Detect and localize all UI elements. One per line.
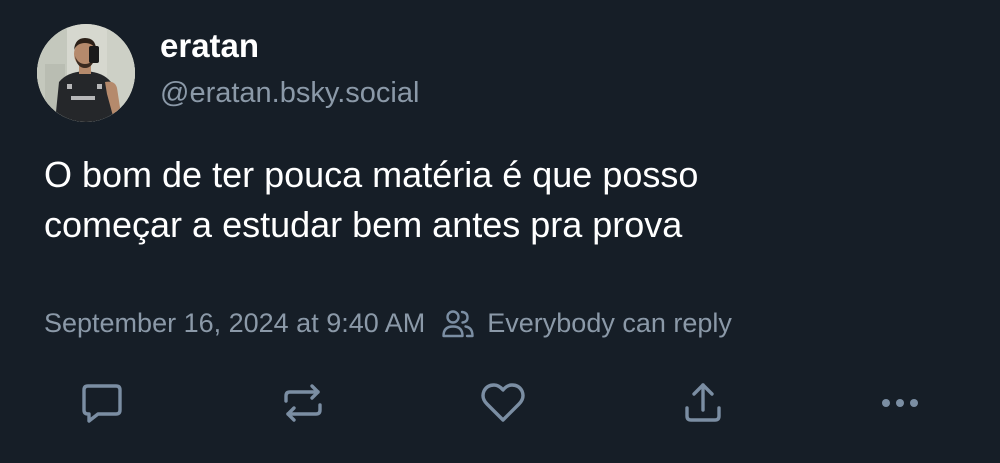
reply-setting[interactable]: Everybody can reply: [487, 308, 732, 339]
like-button[interactable]: [475, 375, 531, 431]
avatar-photo-icon: [37, 24, 135, 122]
repost-button[interactable]: [275, 375, 331, 431]
post-meta: September 16, 2024 at 9:40 AM Everybody …: [44, 304, 732, 342]
share-icon: [685, 383, 721, 422]
share-button[interactable]: [675, 375, 731, 431]
more-options-button[interactable]: [872, 375, 928, 431]
post-text-line: O bom de ter pouca matéria é que posso: [44, 154, 699, 195]
repost-icon: [284, 384, 322, 422]
author-display-name[interactable]: eratan: [160, 26, 259, 66]
people-icon: [441, 307, 475, 339]
comment-icon: [82, 384, 122, 423]
more-horizontal-icon: [882, 399, 918, 407]
heart-icon: [481, 383, 525, 422]
post-text: O bom de ter pouca matéria é que posso c…: [44, 150, 944, 250]
post-card: eratan @eratan.bsky.social O bom de ter …: [0, 0, 1000, 463]
post-timestamp[interactable]: September 16, 2024 at 9:40 AM: [44, 308, 425, 339]
author-handle[interactable]: @eratan.bsky.social: [160, 75, 419, 111]
post-actions: [0, 375, 1000, 431]
post-text-line: começar a estudar bem antes pra prova: [44, 204, 683, 245]
avatar[interactable]: [37, 24, 135, 122]
reply-button[interactable]: [74, 375, 130, 431]
